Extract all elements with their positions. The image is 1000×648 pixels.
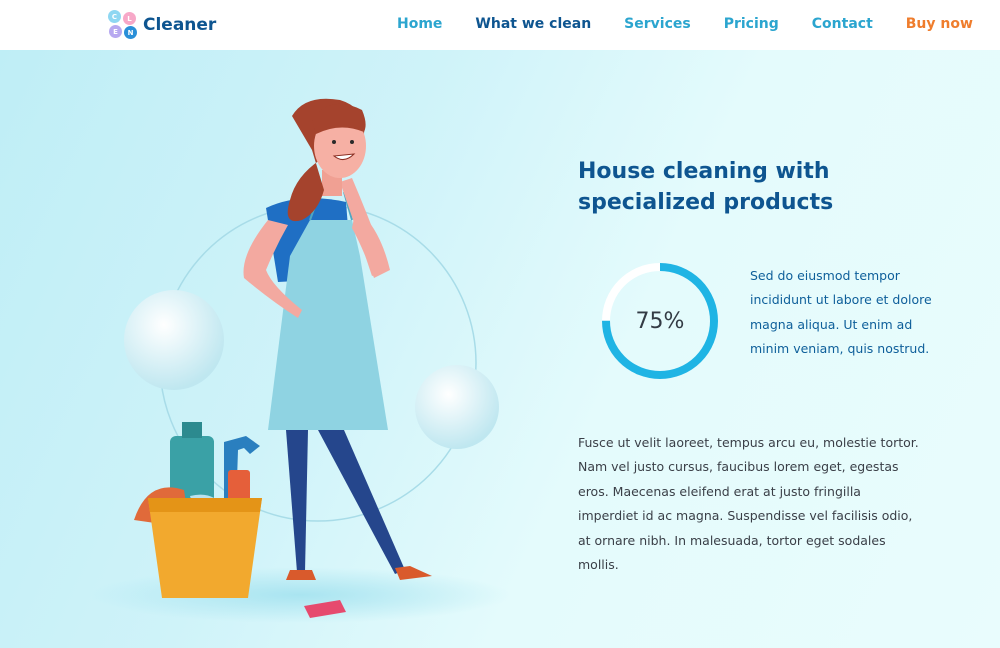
brand-name: Cleaner [143,15,217,35]
cleaning-bucket-illustration [134,422,262,598]
nav-link-what-we-clean[interactable]: What we clean [475,16,591,32]
nav-link-pricing[interactable]: Pricing [724,16,779,32]
soap-bubble-large [124,290,224,390]
bubbles-logo-icon: C L E N [108,10,138,40]
woman-figure [243,98,432,580]
logo-bubble: L [123,12,136,25]
nav-link-contact[interactable]: Contact [812,16,873,32]
nav-link-buy-now[interactable]: Buy now [906,16,973,32]
brand-logo[interactable]: C L E N Cleaner [108,10,216,40]
logo-bubble: C [108,10,121,23]
headline-line-2: specialized products [578,190,834,215]
hero-body-paragraph: Fusce ut velit laoreet, tempus arcu eu, … [578,435,919,573]
nav-link-services[interactable]: Services [624,16,691,32]
soap-bubble-small [415,365,499,449]
logo-bubble: E [109,25,122,38]
hero-headline: House cleaning with specialized products [578,156,898,218]
cleaning-woman-illustration [90,98,510,623]
progress-description: Sed do eiusmod tempor incididunt ut labo… [750,268,932,357]
nav-link-home[interactable]: Home [397,16,442,32]
site-header: C L E N Cleaner Home What we clean Servi… [0,0,1000,50]
headline-line-1: House cleaning with [578,159,830,184]
progress-percent-label: 75% [635,308,685,334]
main-nav: Home What we clean Services Pricing Cont… [397,16,973,32]
logo-bubble: N [124,26,137,39]
hero-section: House cleaning with specialized products… [0,50,1000,648]
